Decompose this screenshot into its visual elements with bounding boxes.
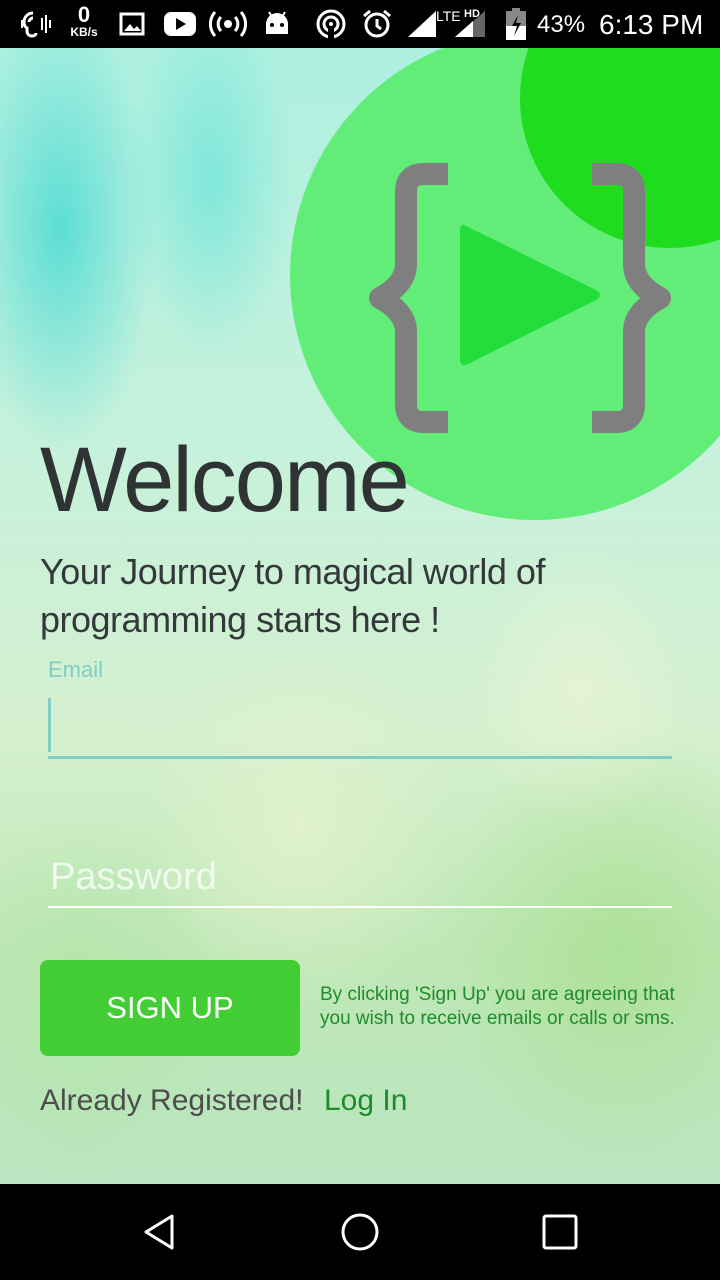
android-icon	[262, 6, 292, 42]
page-title: Welcome	[40, 429, 410, 531]
image-icon	[118, 6, 146, 42]
text-cursor	[48, 698, 51, 752]
youtube-icon	[162, 6, 198, 42]
network-quality: HD	[464, 8, 480, 20]
login-link[interactable]: Log In	[324, 1084, 407, 1118]
navigation-bar	[0, 1184, 720, 1280]
password-underline	[48, 906, 672, 908]
wifi-hotspot-icon	[314, 6, 348, 42]
password-field[interactable]	[48, 848, 676, 906]
already-registered-text: Already Registered!	[40, 1084, 304, 1117]
home-icon[interactable]	[336, 1208, 384, 1256]
code-play-logo-icon	[369, 163, 671, 433]
status-bar: 0 KB/s LTE HD 43% 6:13 PM	[0, 0, 720, 48]
battery-charging-icon	[504, 6, 528, 42]
recents-icon[interactable]	[536, 1208, 584, 1256]
email-underline	[48, 756, 672, 759]
email-label: Email	[48, 657, 104, 682]
signup-screen: Welcome Your Journey to magical world of…	[0, 48, 720, 1184]
alarm-icon	[360, 6, 394, 42]
tagline: Your Journey to magical world of program…	[40, 551, 545, 640]
hotspot-icon	[208, 6, 248, 42]
terms-text: By clicking 'Sign Up' you are agreeing t…	[320, 984, 675, 1029]
network-speed-unit: KB/s	[70, 25, 98, 39]
hearing-aid-icon	[18, 6, 56, 42]
email-field[interactable]	[48, 698, 676, 756]
signup-button[interactable]: SIGN UP	[40, 960, 300, 1056]
battery-percent: 43%	[537, 11, 586, 38]
network-speed-value: 0	[77, 2, 91, 27]
back-icon[interactable]	[136, 1208, 184, 1256]
status-time: 6:13 PM	[599, 9, 704, 40]
network-speed: 0 KB/s	[64, 2, 104, 39]
